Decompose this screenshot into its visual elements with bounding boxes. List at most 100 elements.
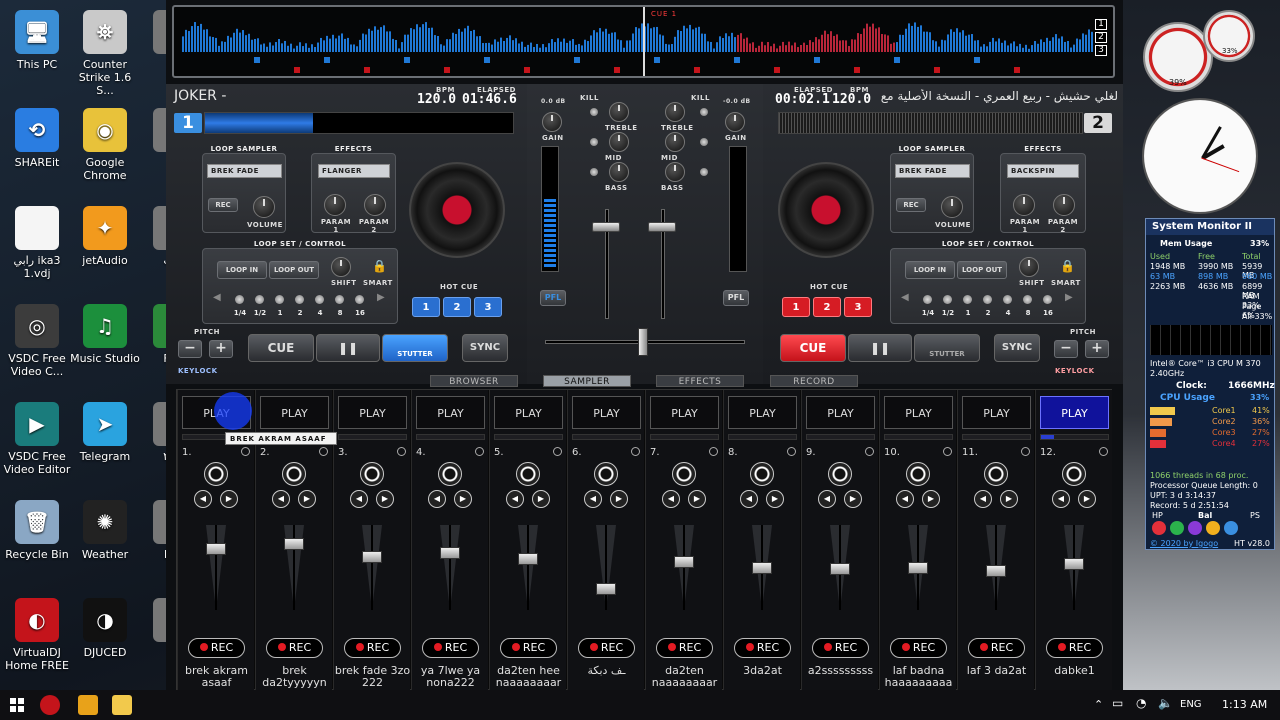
deck1-effect-select[interactable]: FLANGER (318, 164, 390, 178)
sampler-fader-cap[interactable] (830, 563, 850, 575)
desktop-icon[interactable]: رابي ika3 1.vdj (2, 206, 72, 280)
power-icon[interactable] (1152, 521, 1166, 535)
sampler-rec-button[interactable]: REC (812, 638, 869, 658)
deck2-keylock-label[interactable]: KEYLOCK (1055, 367, 1095, 375)
desktop-icon[interactable]: ◑ DJUCED (70, 598, 140, 659)
sampler-volume-knob[interactable] (282, 462, 306, 486)
deck1-pitch-plus-button[interactable]: + (209, 340, 233, 358)
sampler-play-button[interactable]: PLAY (338, 396, 407, 429)
deck1-shift-knob[interactable] (331, 257, 351, 277)
restart-icon[interactable] (1170, 521, 1184, 535)
deck2-loop-in-button[interactable]: LOOP IN (905, 261, 955, 279)
chevron-up-icon[interactable]: ⌃ (1094, 698, 1103, 711)
desktop-icon[interactable]: ◉ Google Chrome (70, 108, 140, 182)
deck1-sampler-select[interactable]: BREK FADE (207, 164, 282, 178)
deck1-turntable[interactable] (409, 162, 505, 258)
tab-browser[interactable]: BROWSER (430, 375, 518, 387)
gain-right-knob[interactable] (725, 112, 745, 132)
sampler-fader-cap[interactable] (1064, 558, 1084, 570)
sampler-volume-knob[interactable] (984, 462, 1008, 486)
deck1-hot-cue-1[interactable]: 1 (412, 297, 440, 317)
deck2-pitch-minus-button[interactable]: − (1054, 340, 1078, 358)
sampler-play-button[interactable]: PLAY (260, 396, 329, 429)
treble-right-knob[interactable] (665, 102, 685, 122)
deck1-param2-knob[interactable] (364, 194, 386, 216)
sampler-fader[interactable] (284, 525, 304, 610)
mid-right-knob[interactable] (665, 132, 685, 152)
arrow-left-icon[interactable]: ◀ (194, 490, 212, 508)
arrow-right-icon[interactable]: ▶ (688, 490, 706, 508)
sampler-fader[interactable] (830, 525, 850, 610)
volume-icon[interactable]: 🔈 (1158, 696, 1173, 710)
sampler-volume-knob[interactable] (516, 462, 540, 486)
sampler-rec-button[interactable]: REC (266, 638, 323, 658)
desktop-icon[interactable]: 🖥 This PC (2, 10, 72, 71)
tab-record[interactable]: RECORD (770, 375, 858, 387)
deck1-sampler-volume-knob[interactable] (253, 196, 275, 218)
pfl-right-button[interactable]: PFL (723, 290, 749, 306)
bass-left-kill-button[interactable] (590, 168, 598, 176)
arrow-right-icon[interactable]: ▶ (844, 490, 862, 508)
sampler-fader[interactable] (752, 525, 772, 610)
sampler-play-button[interactable]: PLAY (962, 396, 1031, 429)
sampler-fader-cap[interactable] (752, 562, 772, 574)
gear-icon[interactable] (1099, 447, 1108, 456)
deck-number-3[interactable]: 3 (1095, 45, 1107, 56)
deck2-param1-knob[interactable] (1013, 194, 1035, 216)
arrow-right-icon[interactable]: ▶ (610, 490, 628, 508)
deck1-pitch-minus-button[interactable]: − (178, 340, 202, 358)
deck2-effect-select[interactable]: BACKSPIN (1007, 164, 1079, 178)
waveform-overview[interactable]: CUE 1 1 2 3 (172, 5, 1115, 78)
deck1-cue-button[interactable]: CUE (248, 334, 314, 362)
sampler-fader-cap[interactable] (362, 551, 382, 563)
sampler-fader[interactable] (908, 525, 928, 610)
gear-icon[interactable] (475, 447, 484, 456)
desktop-icon[interactable]: ✺ Weather (70, 500, 140, 561)
deck2-cue-button[interactable]: CUE (780, 334, 846, 362)
battery-icon[interactable]: ▭ (1112, 696, 1123, 710)
arrow-right-icon[interactable]: ▶ (922, 490, 940, 508)
desktop-icon[interactable]: ◎ VSDC Free Video C... (2, 304, 72, 378)
arrow-right-icon[interactable]: ▶ (298, 490, 316, 508)
treble-left-knob[interactable] (609, 102, 629, 122)
sampler-rec-button[interactable]: REC (968, 638, 1025, 658)
gear-icon[interactable] (397, 447, 406, 456)
deck2-pitch-plus-button[interactable]: + (1085, 340, 1109, 358)
sampler-fader[interactable] (1064, 525, 1084, 610)
sampler-play-button[interactable]: PLAY (416, 396, 485, 429)
gear-icon[interactable] (631, 447, 640, 456)
lock-icon[interactable] (1206, 521, 1220, 535)
sampler-volume-knob[interactable] (438, 462, 462, 486)
deck2-sampler-volume-knob[interactable] (941, 196, 963, 218)
sampler-play-button[interactable]: PLAY (572, 396, 641, 429)
sampler-fader-cap[interactable] (986, 565, 1006, 577)
arrow-left-icon[interactable]: ◀ (1052, 490, 1070, 508)
desktop-icon[interactable]: ⛯ Counter Strike 1.6 S... (70, 10, 140, 97)
sleep-icon[interactable] (1188, 521, 1202, 535)
deck1-smart-lock-icon[interactable]: 🔒 (372, 259, 387, 273)
deck2-pause-button[interactable]: ❚❚ (848, 334, 912, 362)
deck2-sampler-rec-button[interactable]: REC (896, 198, 926, 212)
sampler-fader[interactable] (986, 525, 1006, 610)
taskbar-folder-icon[interactable] (112, 695, 132, 715)
deck1-loop-size-3-button[interactable] (295, 295, 304, 304)
deck2-smart-lock-icon[interactable]: 🔒 (1060, 259, 1075, 273)
deck2-param2-knob[interactable] (1053, 194, 1075, 216)
desktop-icon[interactable]: ▶ VSDC Free Video Editor (2, 402, 72, 476)
sampler-fader[interactable] (362, 525, 382, 610)
desktop-icon[interactable]: ✦ jetAudio (70, 206, 140, 267)
arrow-left-icon[interactable]: ◀ (818, 490, 836, 508)
deck1-loop-size-2-button[interactable] (275, 295, 284, 304)
language-indicator[interactable]: ENG (1180, 699, 1202, 710)
sampler-volume-knob[interactable] (204, 462, 228, 486)
gear-icon[interactable] (943, 447, 952, 456)
mid-left-kill-button[interactable] (590, 138, 598, 146)
sampler-rec-button[interactable]: REC (890, 638, 947, 658)
sampler-fader[interactable] (440, 525, 460, 610)
arrow-left-icon[interactable]: ◀ (901, 292, 909, 303)
arrow-left-icon[interactable]: ◀ (272, 490, 290, 508)
sampler-volume-knob[interactable] (750, 462, 774, 486)
deck2-stutter-button[interactable]: STUTTER (914, 334, 980, 362)
arrow-right-icon[interactable]: ▶ (454, 490, 472, 508)
deck1-hot-cue-2[interactable]: 2 (443, 297, 471, 317)
